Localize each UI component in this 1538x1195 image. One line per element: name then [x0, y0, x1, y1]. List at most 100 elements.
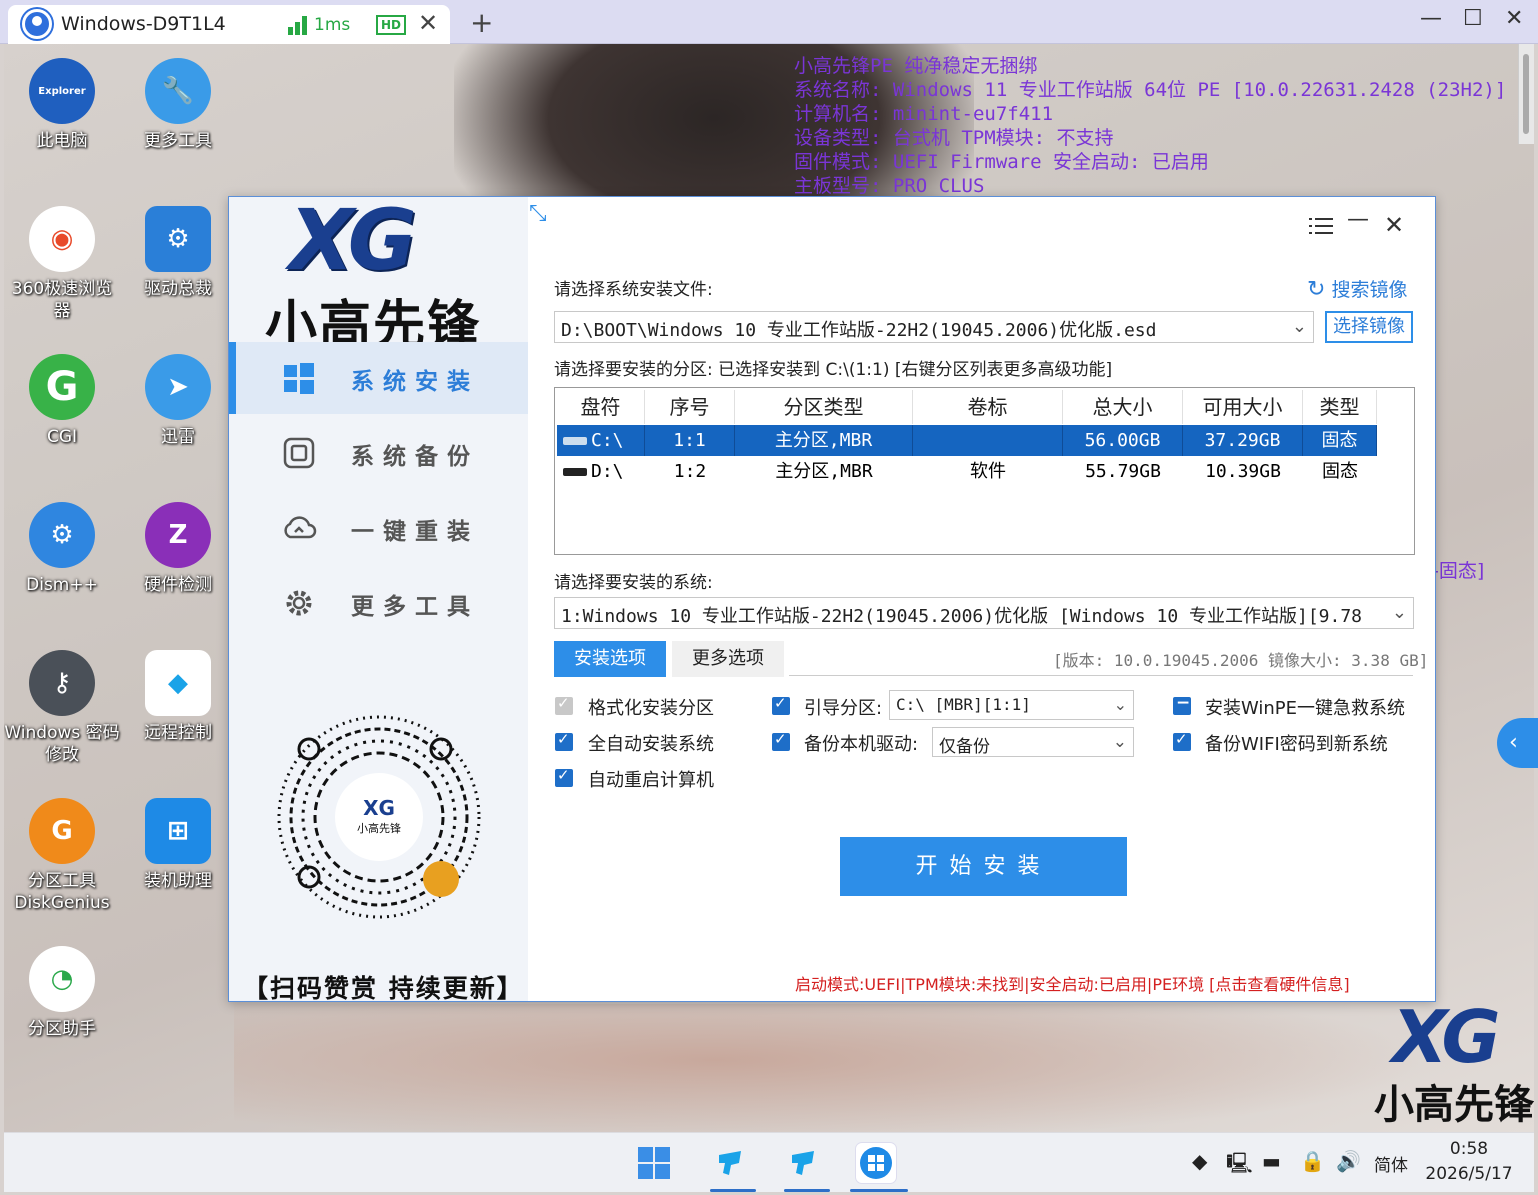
desktop-icon-dism[interactable]: ⚙ Dism++: [4, 502, 120, 596]
desktop-icon-partition-assistant[interactable]: ◔ 分区助手: [4, 946, 120, 1040]
cell-kind: 固态: [1322, 461, 1358, 482]
network-icon[interactable]: 🖳: [1226, 1149, 1253, 1183]
refresh-icon: ↻: [1307, 277, 1326, 302]
session-tab[interactable]: Windows-D9T1L4 1ms HD ✕: [8, 5, 450, 44]
image-file-select[interactable]: D:\BOOT\Windows 10 专业工作站版-22H2(19045.200…: [554, 311, 1314, 343]
nav-one-click-reinstall[interactable]: 一键重装: [229, 492, 528, 564]
column-header: 分区类型: [735, 390, 913, 424]
remote-session-bar: Windows-D9T1L4 1ms HD ✕ + — ☐ ✕: [0, 0, 1538, 44]
desktop-icon-more-tools[interactable]: 🔧 更多工具: [120, 58, 236, 152]
table-row[interactable]: C:\ 1:1 主分区,MBR 56.00GB 37.29GB 固态: [557, 425, 1377, 456]
nav-label: 更多工具: [351, 594, 479, 620]
desktop-icon-install-assistant[interactable]: ⊞ 装机助理: [120, 798, 236, 892]
desktop-icon-password[interactable]: ⚷ Windows 密码修改: [4, 650, 120, 766]
latency-text: 1ms: [314, 15, 351, 35]
backup-wifi-checkbox[interactable]: [1173, 730, 1191, 751]
column-header: 总大小: [1063, 390, 1183, 424]
cloud-reinstall-icon: [284, 516, 317, 539]
nav-system-install[interactable]: 系统安装: [229, 342, 528, 414]
nav-system-backup[interactable]: 系统备份: [229, 417, 528, 489]
system-edition-select[interactable]: 1:Windows 10 专业工作站版-22H2(19045.2006)优化版 …: [554, 597, 1414, 629]
installer-window: XG 小高先锋 系统安装 系统备份 一键重装 更多工具 XG 小高先锋 【扫码赞…: [228, 191, 1436, 1003]
taskbar-indicator: [710, 1189, 756, 1192]
close-window-icon[interactable]: ✕: [1505, 6, 1523, 31]
maximize-icon[interactable]: ☐: [1463, 6, 1483, 31]
backup-driver-label: 备份本机驱动:: [804, 734, 919, 755]
taskbar-remote-app-2[interactable]: [784, 1143, 824, 1183]
search-image-link[interactable]: ↻ 搜索镜像: [1307, 275, 1407, 302]
format-partition-checkbox[interactable]: [555, 694, 573, 715]
start-install-button[interactable]: 开始安装: [840, 837, 1127, 896]
qr-caption: 【扫码赞赏 持续更新】: [243, 974, 524, 1003]
label-partition: 请选择要安装的分区: 已选择安装到 C:\(1:1) [右键分区列表更多高级功能…: [554, 360, 1113, 380]
minimize-icon[interactable]: —: [1420, 6, 1442, 31]
boot-partition-select[interactable]: C:\ [MBR][1:1] ⌄: [889, 690, 1134, 720]
driver-icon: ⚙: [145, 206, 211, 272]
sysinfo-line: 主板型号: PRO CLUS: [794, 175, 985, 197]
table-row[interactable]: D:\ 1:2 主分区,MBR 软件 55.79GB 10.39GB 固态: [557, 456, 1377, 487]
sysinfo-line: 计算机名: minint-eu7f411: [794, 103, 1054, 125]
qr-code[interactable]: XG 小高先锋: [269, 707, 489, 927]
icon-label: 硬件检测: [144, 575, 212, 595]
desktop-icon-cgi[interactable]: G CGI: [4, 354, 120, 448]
column-header: 类型: [1303, 390, 1377, 424]
close-tab-icon[interactable]: ✕: [418, 9, 438, 37]
taskbar-installer[interactable]: [856, 1143, 896, 1183]
partition-table[interactable]: 盘符 序号 分区类型 卷标 总大小 可用大小 类型 C:\ 1:1 主分区,MB…: [554, 387, 1415, 555]
taskbar-indicator: [784, 1189, 830, 1192]
tab-install-options[interactable]: 安装选项: [554, 641, 666, 677]
clock[interactable]: 0:58 2026/5/17: [1424, 1137, 1514, 1187]
install-winpe-checkbox[interactable]: [1173, 693, 1191, 715]
boot-partition-checkbox[interactable]: [772, 694, 790, 715]
pick-image-button[interactable]: 选择镜像: [1325, 311, 1413, 343]
icon-label: 远程控制: [144, 723, 212, 743]
desktop-icon-hardware-check[interactable]: Z 硬件检测: [120, 502, 236, 596]
hd-badge[interactable]: HD: [376, 15, 407, 35]
cell-label: [913, 425, 1063, 456]
nav-more-tools[interactable]: 更多工具: [229, 567, 528, 639]
session-title: Windows-D9T1L4: [61, 13, 226, 35]
desktop-icon-diskgenius[interactable]: G 分区工具DiskGenius: [4, 798, 120, 914]
volume-icon[interactable]: 🔊: [1336, 1149, 1361, 1173]
lock-icon[interactable]: 🔒: [1300, 1149, 1325, 1173]
backup-driver-checkbox[interactable]: [772, 730, 790, 751]
taskbar-remote-app[interactable]: [711, 1143, 751, 1183]
auto-reboot-checkbox[interactable]: [555, 766, 573, 787]
nav-label: 系统安装: [351, 369, 479, 395]
desktop-icon-thunder[interactable]: ➤ 迅雷: [120, 354, 236, 448]
auto-install-checkbox[interactable]: [555, 730, 573, 751]
backup-driver-select[interactable]: 仅备份 ⌄: [932, 727, 1134, 757]
scrollbar[interactable]: [1518, 44, 1534, 144]
app-logo: XG: [289, 191, 417, 289]
column-header: 序号: [645, 390, 735, 424]
chevron-down-icon: ⌄: [1291, 316, 1307, 337]
brand-name: 小高先锋: [1374, 1081, 1534, 1128]
hardware-status-link[interactable]: 启动模式:UEFI|TPM模块:未找到|安全启动:已启用|PE环境 [点击查看硬…: [795, 971, 1350, 995]
sysinfo-line: 系统名称: Windows 11 专业工作站版 64位 PE [10.0.226…: [794, 79, 1507, 101]
search-image-label: 搜索镜像: [1331, 279, 1408, 301]
backup-icon: [283, 437, 315, 469]
desktop-icon-360-browser[interactable]: ◉ 360极速浏览器: [4, 206, 120, 322]
input-language[interactable]: 简体: [1374, 1151, 1408, 1176]
start-button[interactable]: [634, 1143, 674, 1183]
display-icon[interactable]: ▬: [1262, 1149, 1281, 1173]
icon-label: 驱动总裁: [144, 279, 212, 299]
new-tab-icon[interactable]: +: [470, 6, 493, 39]
auto-install-label: 全自动安装系统: [588, 734, 714, 755]
clock-time: 0:58: [1449, 1139, 1489, 1159]
svg-text:小高先锋: 小高先锋: [357, 821, 401, 835]
minimize-icon[interactable]: —: [1347, 207, 1369, 232]
label-select-file: 请选择系统安装文件:: [554, 280, 713, 300]
cgi-icon: G: [29, 354, 95, 420]
shrink-icon[interactable]: ⤡: [529, 201, 547, 226]
desktop-icon-remote[interactable]: ◆ 远程控制: [120, 650, 236, 744]
close-icon[interactable]: ✕: [1384, 211, 1404, 239]
remote-tray-icon[interactable]: ◆: [1192, 1149, 1207, 1173]
brand-logo: XG: [1392, 995, 1501, 1079]
tab-more-options[interactable]: 更多选项: [672, 641, 784, 677]
diskgenius-icon: G: [29, 798, 95, 864]
table-header: 盘符 序号 分区类型 卷标 总大小 可用大小 类型: [557, 390, 1377, 424]
menu-icon[interactable]: [1309, 217, 1333, 235]
desktop-icon-driver[interactable]: ⚙ 驱动总裁: [120, 206, 236, 300]
desktop-icon-this-pc[interactable]: Explorer 此电脑: [4, 58, 120, 152]
